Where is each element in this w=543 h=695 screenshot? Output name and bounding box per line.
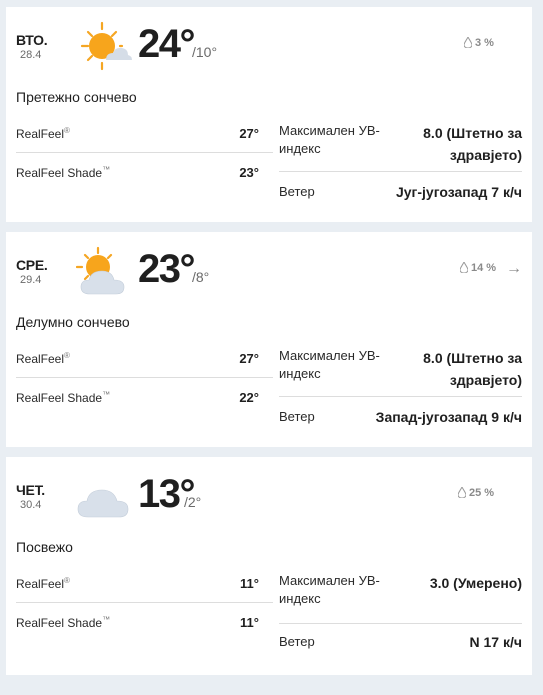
realfeel-shade-row: RealFeel Shade™ 22° [16, 390, 259, 406]
day-block: ЧЕТ. 30.4 [16, 482, 56, 511]
low-temperature: /10° [192, 44, 218, 60]
uv-value: 3.0 (Умерено) [429, 575, 522, 591]
wind-label: Ветер [279, 634, 315, 649]
realfeel-shade-value: 22° [239, 390, 259, 405]
wind-row: Ветер N 17 к/ч [279, 634, 522, 650]
day-block: ВТО. 28.4 [16, 32, 56, 61]
low-temperature: /2° [184, 494, 202, 510]
realfeel-row: RealFeel® 27° [16, 351, 259, 367]
realfeel-value: 27° [239, 126, 259, 141]
realfeel-row: RealFeel® 27° [16, 126, 259, 142]
drop-icon [464, 37, 472, 48]
divider [279, 396, 522, 397]
weather-phrase: Претежно сончево [16, 89, 137, 105]
day-date: 29.4 [20, 274, 42, 286]
wind-value: Запад-југозапад 9 к/ч [375, 409, 522, 425]
wind-row: Ветер Запад-југозапад 9 к/ч [279, 409, 522, 425]
uv-label: Максимален УВ-индекс [279, 123, 380, 156]
realfeel-value: 27° [239, 351, 259, 366]
realfeel-shade-label: RealFeel Shade™ [16, 390, 111, 405]
precipitation: 25 % [458, 487, 494, 499]
divider [16, 152, 273, 153]
precipitation: 3 % [464, 37, 494, 49]
realfeel-shade-value: 11° [240, 615, 259, 630]
wind-label: Ветер [279, 409, 315, 424]
uv-label: Максимален УВ-индекс [279, 348, 380, 381]
day-date: 30.4 [20, 499, 42, 511]
realfeel-label: RealFeel® [16, 576, 70, 591]
wind-row: Ветер Југ-југозапад 7 к/ч [279, 184, 522, 200]
realfeel-shade-value: 23° [239, 165, 259, 180]
precip-value: 14 % [471, 262, 497, 274]
uv-row: Максимален УВ-индекс 8.0 (Штетно за здра… [279, 122, 522, 166]
uv-value: 8.0 (Штетно за здравјето) [423, 350, 522, 388]
uv-row: Максимален УВ-индекс 3.0 (Умерено) [279, 572, 522, 616]
precipitation: 14 % [460, 262, 496, 274]
forecast-card-thursday[interactable]: ЧЕТ. 30.4 13° /2° 25 % Посвежо RealFeel®… [6, 457, 532, 675]
realfeel-shade-row: RealFeel Shade™ 11° [16, 615, 259, 631]
realfeel-label: RealFeel® [16, 126, 70, 141]
arrow-right-icon[interactable]: → [506, 260, 522, 278]
drop-icon [460, 262, 468, 273]
forecast-card-tuesday[interactable]: ВТО. 28.4 24° /10° 3 % Претежно сончево … [6, 7, 532, 222]
drop-icon [458, 487, 466, 498]
precip-value: 3 % [475, 37, 494, 49]
day-name: СРЕ. [16, 257, 48, 273]
divider [16, 602, 273, 603]
forecast-card-wednesday[interactable]: СРЕ. 29.4 23° /8° 14 % → Делумно сончево… [6, 232, 532, 447]
temperature: 24° [138, 22, 196, 66]
low-temperature: /8° [192, 269, 210, 285]
partly-sunny-icon [76, 246, 125, 295]
divider [279, 623, 522, 624]
day-name: ВТО. [16, 32, 48, 48]
wind-value: N 17 к/ч [469, 634, 523, 650]
day-name: ЧЕТ. [16, 482, 45, 498]
day-block: СРЕ. 29.4 [16, 257, 56, 286]
realfeel-shade-label: RealFeel Shade™ [16, 165, 111, 180]
divider [16, 377, 273, 378]
uv-value: 8.0 (Штетно за здравјето) [423, 125, 522, 163]
temperature: 23° [138, 247, 196, 291]
uv-label: Максимален УВ-индекс [279, 573, 380, 606]
weather-phrase: Посвежо [16, 539, 73, 555]
wind-label: Ветер [279, 184, 315, 199]
realfeel-row: RealFeel® 11° [16, 576, 259, 592]
mostly-sunny-icon [80, 21, 132, 71]
realfeel-shade-row: RealFeel Shade™ 23° [16, 165, 259, 181]
day-date: 28.4 [20, 49, 42, 61]
realfeel-shade-label: RealFeel Shade™ [16, 615, 111, 630]
weather-phrase: Делумно сончево [16, 314, 130, 330]
precip-value: 25 % [469, 487, 495, 499]
cloudy-icon [77, 489, 129, 518]
uv-row: Максимален УВ-индекс 8.0 (Штетно за здра… [279, 347, 522, 391]
realfeel-label: RealFeel® [16, 351, 70, 366]
realfeel-value: 11° [240, 576, 259, 591]
divider [279, 171, 522, 172]
wind-value: Југ-југозапад 7 к/ч [395, 184, 522, 200]
